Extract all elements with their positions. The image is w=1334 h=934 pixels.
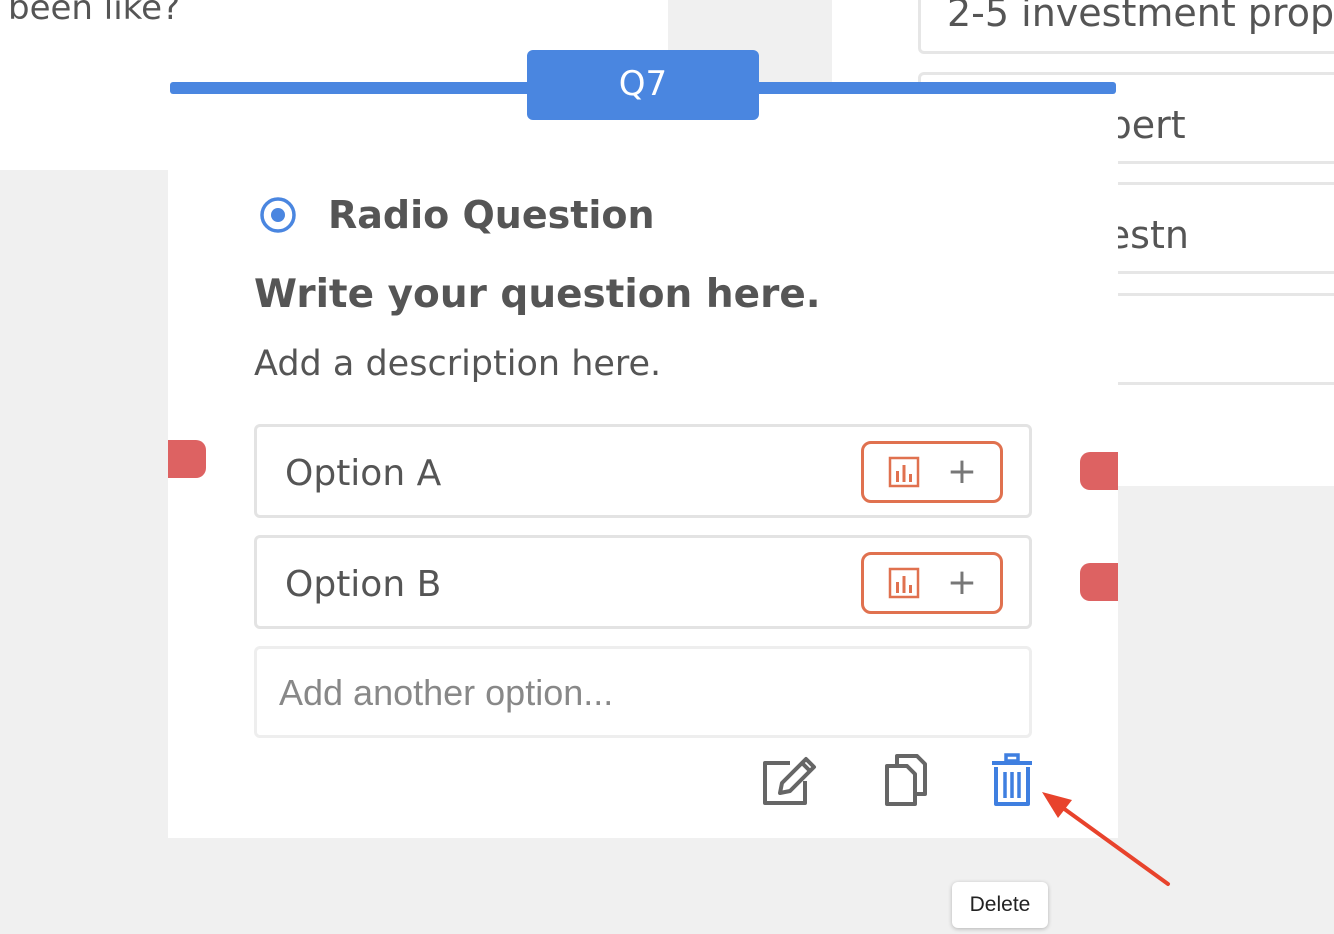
- previous-question-text: been like?: [8, 0, 181, 28]
- annotation-arrow-icon: [1042, 792, 1170, 886]
- option-b-row[interactable]: Option B +: [254, 535, 1032, 629]
- copy-button[interactable]: [874, 754, 934, 810]
- delete-tooltip: Delete: [952, 882, 1048, 928]
- question-number-badge: Q7: [527, 50, 759, 120]
- option-label[interactable]: Option A: [285, 427, 441, 521]
- edit-button[interactable]: [760, 754, 820, 810]
- radio-icon: [258, 195, 298, 235]
- bar-chart-icon[interactable]: [887, 455, 921, 489]
- trash-icon: [988, 752, 1036, 812]
- question-type-label: Radio Question: [328, 193, 655, 237]
- side-tab-left[interactable]: [168, 440, 206, 478]
- question-type-row: Radio Question: [258, 190, 655, 240]
- bar-chart-icon[interactable]: [887, 566, 921, 600]
- option-a-row[interactable]: Option A +: [254, 424, 1032, 518]
- side-tab-right-option-a[interactable]: [1080, 452, 1118, 490]
- bg-option-1[interactable]: 2-5 investment proper: [918, 0, 1334, 54]
- copy-icon: [879, 752, 929, 812]
- question-description[interactable]: Add a description here.: [254, 344, 661, 384]
- edit-icon: [760, 753, 820, 811]
- add-option-input[interactable]: Add another option...: [254, 646, 1032, 738]
- side-tab-right-option-b[interactable]: [1080, 563, 1118, 601]
- option-actions-button[interactable]: +: [861, 441, 1003, 503]
- option-label[interactable]: Option B: [285, 538, 441, 632]
- option-actions-button[interactable]: +: [861, 552, 1003, 614]
- plus-icon[interactable]: +: [947, 454, 977, 490]
- plus-icon[interactable]: +: [947, 565, 977, 601]
- question-title[interactable]: Write your question here.: [254, 272, 821, 317]
